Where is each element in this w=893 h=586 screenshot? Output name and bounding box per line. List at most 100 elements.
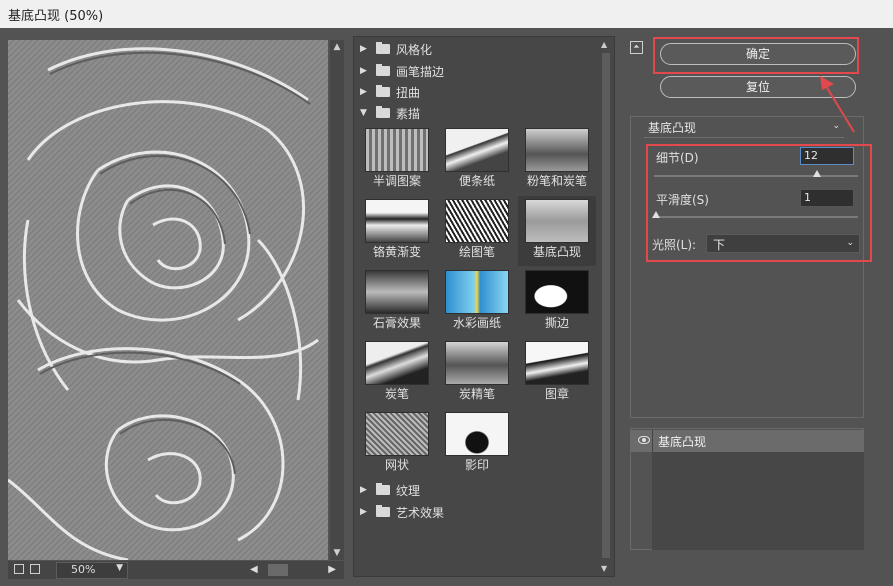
scroll-left-icon[interactable]: ◀ [250, 564, 258, 575]
thumbnail-image [445, 412, 509, 456]
folder-artistic[interactable]: ▶ 艺术效果 [360, 502, 444, 522]
expand-arrow-icon: ▶ [360, 44, 367, 54]
thumbnail-image [365, 270, 429, 314]
expand-arrow-icon: ▶ [360, 507, 367, 517]
filter-label: 影印 [464, 458, 489, 472]
filter-thumb[interactable]: 撕边 [518, 267, 596, 337]
chevron-down-icon: ⌄ [846, 238, 854, 248]
filter-thumb[interactable]: 图章 [518, 338, 596, 408]
filter-label: 粉笔和炭笔 [526, 174, 587, 188]
filter-label: 基底凸现 [532, 245, 581, 259]
filter-label: 半调图案 [372, 174, 421, 188]
folder-stylize[interactable]: ▶ 风格化 [360, 39, 432, 59]
expand-arrow-icon: ▶ [360, 87, 367, 97]
scroll-right-icon[interactable]: ▶ [328, 564, 336, 575]
filter-label: 水彩画纸 [452, 316, 501, 330]
zoom-select[interactable]: 50% ▼ [56, 562, 128, 579]
detail-label: 细节(D) [656, 151, 699, 165]
effect-layer-row[interactable]: 基底凸现 [630, 430, 864, 452]
filter-label: 图章 [544, 387, 569, 401]
detail-slider-knob[interactable] [813, 170, 822, 177]
title-bar: 基底凸现 (50%) [0, 0, 893, 28]
filter-label: 炭精笔 [458, 387, 495, 401]
filter-thumb[interactable]: 铬黄渐变 [358, 196, 436, 266]
smoothness-slider-knob[interactable] [652, 211, 660, 218]
folder-icon [376, 42, 390, 54]
scroll-up-icon[interactable]: ▲ [332, 42, 342, 52]
folder-icon [376, 64, 390, 76]
thumbnail-image [525, 128, 589, 172]
thumbnail-image [365, 128, 429, 172]
filter-thumb[interactable]: 绘图笔 [438, 196, 516, 266]
embossed-rose-image [8, 40, 328, 560]
divider [652, 430, 653, 452]
folder-label: 素描 [396, 106, 421, 121]
collapse-gallery-icon[interactable]: ⏶ [630, 41, 643, 54]
filter-label: 铬黄渐变 [372, 245, 421, 259]
thumbnail-image [365, 199, 429, 243]
filter-thumb[interactable]: 石膏效果 [358, 267, 436, 337]
filter-thumb-selected[interactable]: 基底凸现 [518, 196, 596, 266]
eye-icon[interactable] [638, 436, 650, 444]
filter-thumb[interactable]: 网状 [358, 409, 436, 479]
filter-thumb[interactable]: 半调图案 [358, 125, 436, 195]
light-select[interactable]: 下 ⌄ [706, 234, 860, 253]
filter-thumb[interactable]: 便条纸 [438, 125, 516, 195]
folder-icon [376, 505, 390, 517]
scroll-down-icon[interactable]: ▼ [332, 548, 342, 558]
filter-thumb[interactable]: 炭精笔 [438, 338, 516, 408]
filter-label: 便条纸 [458, 174, 495, 188]
detail-input[interactable]: 12 [800, 147, 854, 165]
folder-label: 艺术效果 [396, 505, 445, 520]
preview-bottom-bar: 50% ▼ ◀ ▶ [8, 561, 344, 579]
thumbnail-image [525, 199, 589, 243]
folder-open-icon [376, 106, 390, 118]
chevron-down-icon: ▼ [116, 563, 123, 573]
gallery-scrollbar[interactable]: ▲ ▼ [600, 39, 612, 574]
scroll-thumb[interactable] [602, 53, 610, 558]
folder-label: 纹理 [396, 483, 421, 498]
expand-arrow-icon: ▶ [360, 66, 367, 76]
folder-label: 扭曲 [396, 85, 421, 100]
chevron-down-icon: ⌄ [832, 121, 840, 131]
folder-distort[interactable]: ▶ 扭曲 [360, 82, 420, 102]
thumbnail-image [445, 128, 509, 172]
filter-label: 撕边 [544, 316, 569, 330]
folder-brush-strokes[interactable]: ▶ 画笔描边 [360, 61, 444, 81]
folder-sketch[interactable]: ▼ 素描 [360, 103, 420, 123]
thumbnail-image [445, 270, 509, 314]
detail-slider[interactable] [654, 175, 858, 177]
thumbnail-image [365, 341, 429, 385]
zoom-value: 50% [71, 563, 96, 576]
filter-label: 网状 [384, 458, 409, 472]
smoothness-label: 平滑度(S) [656, 193, 709, 207]
folder-texture[interactable]: ▶ 纹理 [360, 480, 420, 500]
filter-label: 绘图笔 [458, 245, 495, 259]
folder-label: 风格化 [396, 42, 433, 57]
thumbnail-image [525, 341, 589, 385]
preview-horizontal-scrollbar[interactable]: ◀ ▶ [248, 564, 338, 576]
light-select-value: 下 [713, 238, 726, 252]
light-label: 光照(L): [652, 238, 697, 252]
smoothness-input[interactable]: 1 [800, 189, 854, 207]
thumbnail-image [525, 270, 589, 314]
smoothness-slider[interactable] [654, 216, 858, 218]
expand-arrow-icon: ▶ [360, 485, 367, 495]
folder-label: 画笔描边 [396, 64, 445, 79]
zoom-out-button[interactable] [14, 564, 24, 574]
preview-vertical-scrollbar[interactable]: ▲ ▼ [330, 40, 344, 560]
filter-thumb[interactable]: 粉笔和炭笔 [518, 125, 596, 195]
filter-select[interactable]: 基底凸现 ⌄ [644, 117, 844, 138]
filter-select-value: 基底凸现 [648, 121, 697, 135]
folder-icon [376, 85, 390, 97]
zoom-in-button[interactable] [30, 564, 40, 574]
scroll-down-icon[interactable]: ▼ [601, 564, 607, 573]
scroll-thumb[interactable] [268, 564, 288, 576]
preview-image[interactable] [8, 40, 328, 560]
filter-label: 炭笔 [384, 387, 409, 401]
filter-thumb[interactable]: 影印 [438, 409, 516, 479]
scroll-up-icon[interactable]: ▲ [601, 40, 607, 49]
filter-thumb[interactable]: 水彩画纸 [438, 267, 516, 337]
thumbnail-image [445, 341, 509, 385]
filter-thumb[interactable]: 炭笔 [358, 338, 436, 408]
